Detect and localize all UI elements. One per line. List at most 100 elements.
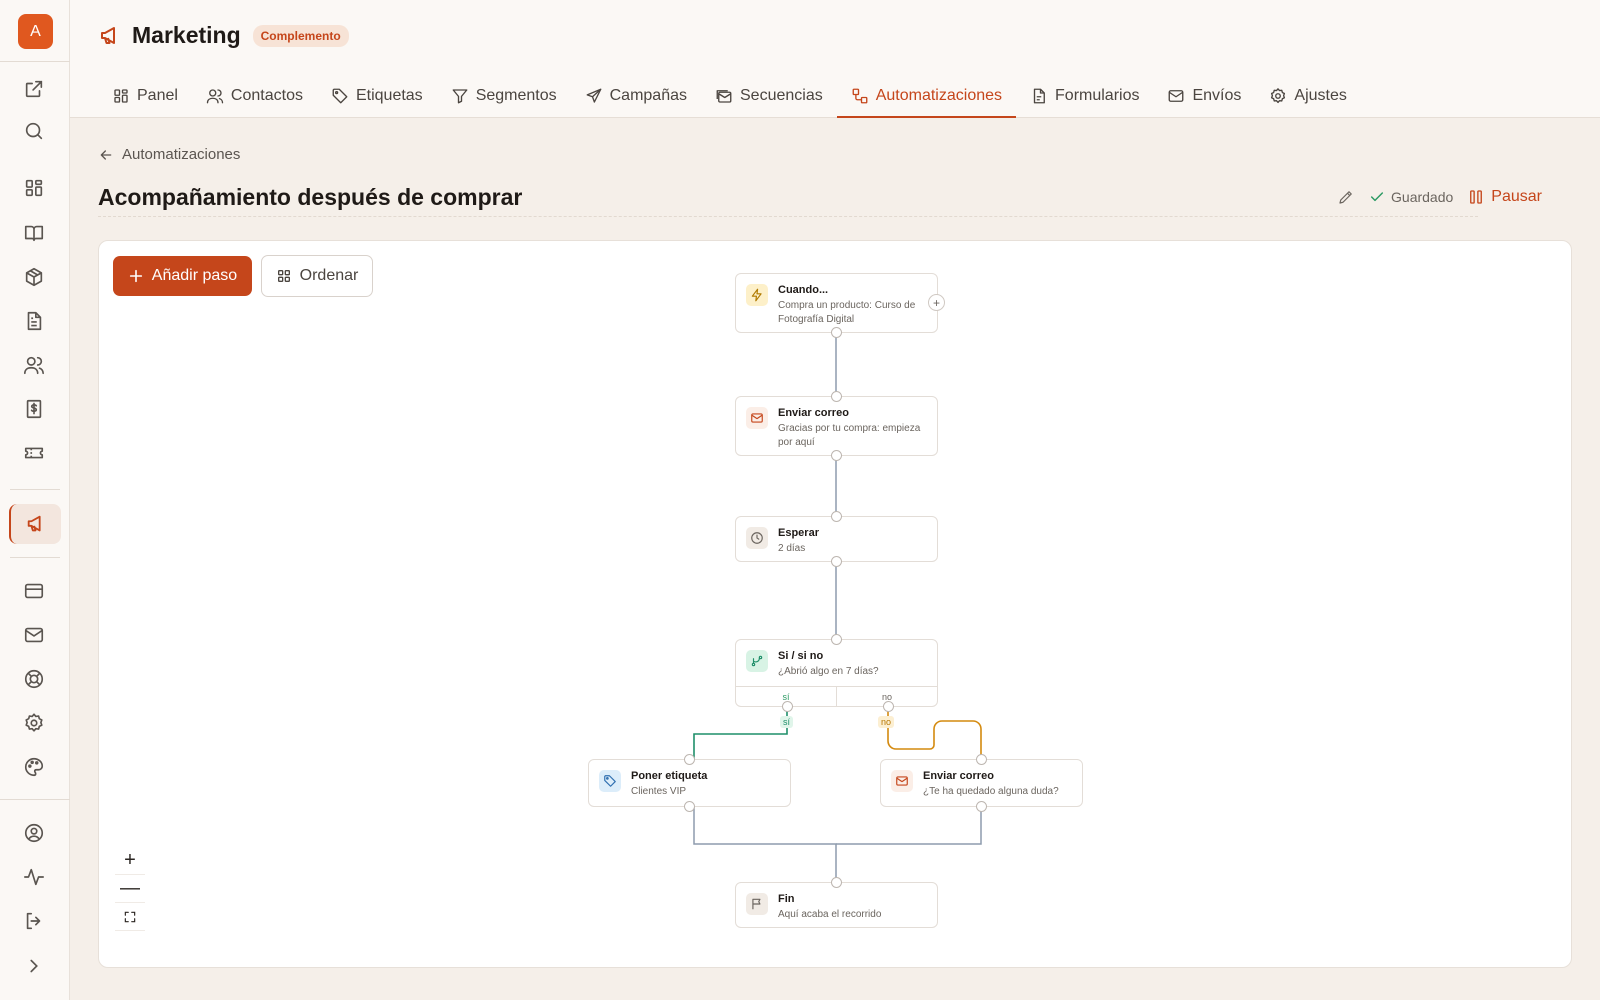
output-port[interactable]	[684, 801, 695, 812]
form-icon	[1033, 88, 1045, 104]
branch-labels: sí no	[736, 686, 937, 706]
gear-icon[interactable]	[19, 708, 49, 738]
no-port[interactable]	[883, 701, 894, 712]
pause-icon	[1470, 190, 1483, 204]
palette-icon[interactable]	[19, 752, 49, 782]
tab-automatizaciones[interactable]: Automatizaciones	[836, 74, 1017, 118]
node-subtitle: Aquí acaba el recorrido	[778, 909, 882, 920]
user-circle-icon[interactable]	[19, 818, 49, 848]
receipt-icon[interactable]	[19, 394, 49, 424]
flow-canvas[interactable]: Añadir paso Ordenar Cuando... Compra un …	[98, 240, 1572, 968]
output-port[interactable]	[831, 450, 842, 461]
tab-envios[interactable]: Envíos	[1153, 74, 1255, 118]
users-icon[interactable]	[19, 350, 49, 380]
box-icon[interactable]	[19, 262, 49, 292]
clock-icon	[746, 527, 768, 549]
gear-icon	[1271, 88, 1286, 104]
send-email-node[interactable]: Enviar correo ¿Te ha quedado alguna duda…	[880, 754, 1083, 812]
end-node[interactable]: Fin Aquí acaba el recorrido	[735, 877, 938, 928]
zoom-out-button[interactable]: —	[115, 875, 145, 903]
back-link[interactable]: Automatizaciones	[98, 146, 240, 163]
send-email-node[interactable]: Enviar correo Gracias por tu compra: emp…	[735, 391, 938, 461]
credit-card-icon[interactable]	[19, 576, 49, 606]
search-icon[interactable]	[19, 116, 49, 146]
yes-port[interactable]	[782, 701, 793, 712]
add-branch-button[interactable]: +	[928, 294, 945, 311]
avatar[interactable]: A	[18, 14, 53, 49]
mail-icon	[891, 770, 913, 792]
send-icon	[586, 88, 602, 103]
mail-icon[interactable]	[19, 620, 49, 650]
expand-icon	[124, 911, 136, 922]
node-subtitle: ¿Abrió algo en 7 días?	[778, 666, 879, 677]
zoom-in-button[interactable]: +	[115, 847, 145, 875]
sidebar-divider	[10, 557, 60, 558]
yes-branch-line	[693, 707, 788, 759]
external-link-icon[interactable]	[19, 74, 49, 104]
ticket-icon[interactable]	[19, 438, 49, 468]
grid-icon	[114, 89, 128, 103]
condition-node[interactable]: Si / si no ¿Abrió algo en 7 días? sí no	[735, 634, 938, 712]
activity-icon[interactable]	[19, 862, 49, 892]
addon-badge: Complemento	[252, 24, 349, 47]
lightning-icon	[746, 284, 768, 306]
node-title: Enviar correo	[923, 770, 994, 782]
logout-icon[interactable]	[19, 906, 49, 936]
input-port[interactable]	[831, 877, 842, 888]
input-port[interactable]	[831, 511, 842, 522]
add-tag-node[interactable]: Poner etiqueta Clientes VIP	[588, 754, 791, 812]
lifebuoy-icon[interactable]	[19, 664, 49, 694]
node-title: Poner etiqueta	[631, 770, 708, 782]
document-icon[interactable]	[19, 306, 49, 336]
dashboard-icon[interactable]	[19, 173, 49, 203]
node-subtitle: Compra un producto: Curso de Fotografía …	[778, 300, 916, 325]
flag-icon	[746, 893, 768, 915]
saved-status: Guardado	[1369, 189, 1453, 205]
tab-formularios[interactable]: Formularios	[1016, 74, 1153, 118]
book-icon[interactable]	[19, 218, 49, 248]
megaphone-icon[interactable]	[9, 504, 61, 544]
trigger-node[interactable]: Cuando... Compra un producto: Curso de F…	[735, 273, 945, 338]
tab-label: Automatizaciones	[875, 87, 1003, 104]
tab-label: Envíos	[1192, 87, 1242, 104]
input-port[interactable]	[831, 634, 842, 645]
filter-icon	[452, 89, 468, 104]
output-port[interactable]	[831, 556, 842, 567]
input-port[interactable]	[684, 754, 695, 765]
tab-campanas[interactable]: Campañas	[571, 74, 701, 118]
wait-node[interactable]: Esperar 2 días	[735, 511, 938, 567]
app-brand: Marketing Complemento	[98, 22, 349, 49]
pause-button[interactable]: Pausar	[1467, 188, 1542, 206]
megaphone-icon	[101, 26, 115, 44]
tab-panel[interactable]: Panel	[98, 74, 192, 118]
no-branch-line	[887, 707, 982, 759]
tab-secuencias[interactable]: Secuencias	[701, 74, 837, 118]
tab-segmentos[interactable]: Segmentos	[437, 74, 571, 118]
input-port[interactable]	[976, 754, 987, 765]
input-port[interactable]	[831, 391, 842, 402]
tab-label: Secuencias	[740, 87, 823, 104]
tab-ajustes[interactable]: Ajustes	[1255, 74, 1360, 118]
saved-label: Guardado	[1391, 189, 1454, 205]
node-title: Si / si no	[778, 650, 824, 662]
pencil-icon[interactable]	[1337, 188, 1355, 206]
flow-connectors	[693, 333, 982, 882]
tab-label: Segmentos	[475, 87, 557, 104]
merge-line-right	[836, 807, 982, 845]
fit-view-button[interactable]	[115, 903, 145, 931]
mail-icon	[746, 407, 768, 429]
sidebar-divider	[10, 489, 60, 490]
tab-label: Ajustes	[1294, 87, 1347, 104]
tag-icon	[332, 88, 348, 104]
tab-etiquetas[interactable]: Etiquetas	[317, 74, 437, 118]
chevron-right-icon[interactable]	[19, 951, 49, 981]
page-title[interactable]: Acompañamiento después de comprar	[98, 184, 522, 211]
output-port[interactable]	[976, 801, 987, 812]
arrow-left-icon	[100, 149, 112, 160]
top-header: Marketing Complemento Panel Contactos Et…	[70, 0, 1600, 118]
output-port[interactable]	[831, 327, 842, 338]
node-title: Enviar correo	[778, 407, 849, 419]
tab-contactos[interactable]: Contactos	[192, 74, 317, 118]
mail-stack-icon	[716, 90, 732, 103]
node-title: Cuando...	[778, 284, 829, 296]
